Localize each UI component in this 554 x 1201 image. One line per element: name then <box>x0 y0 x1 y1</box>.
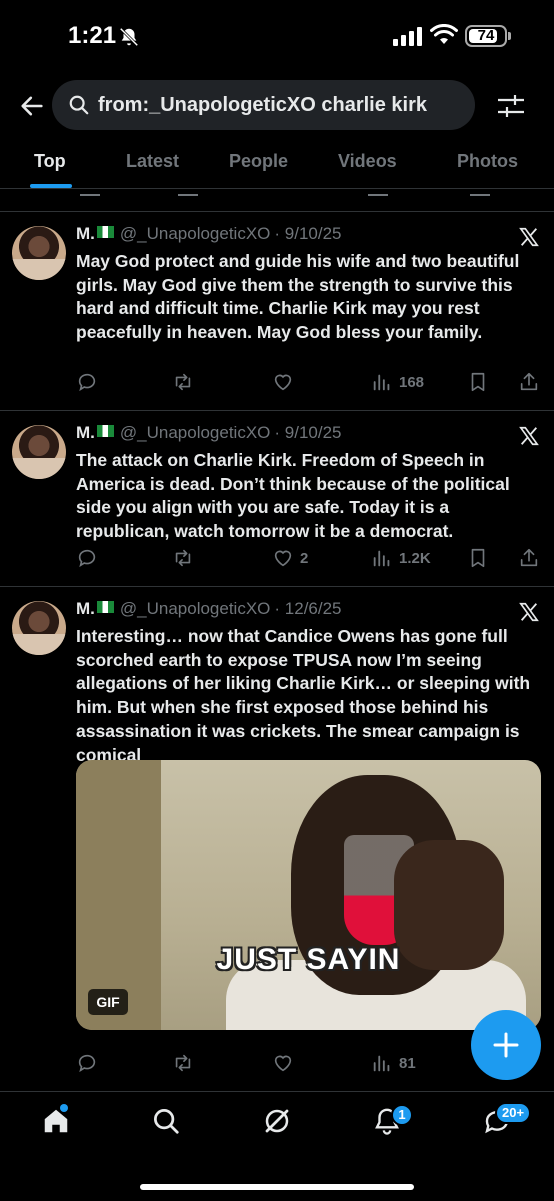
tweet-divider <box>0 211 554 212</box>
reply-button[interactable] <box>76 367 98 397</box>
views-icon <box>373 1055 390 1072</box>
search-input[interactable]: from:_UnapologeticXO charlie kirk <box>52 80 475 130</box>
repost-icon <box>175 373 191 391</box>
views-button[interactable]: 1.2K <box>371 543 431 573</box>
filter-sliders-icon[interactable] <box>496 91 526 121</box>
wifi-icon <box>430 24 458 44</box>
search-icon[interactable] <box>151 1106 181 1136</box>
tweet-divider <box>0 586 554 587</box>
search-icon <box>69 95 89 115</box>
previous-tweet-actions <box>0 188 554 210</box>
tweet-actions: 168 <box>76 367 546 397</box>
tab-videos[interactable]: Videos <box>338 138 397 184</box>
reply-icon <box>78 1054 96 1073</box>
tweet-text: Interesting… now that Candice Owens has … <box>76 626 531 765</box>
views-count: 168 <box>399 373 425 391</box>
display-name[interactable]: M. <box>76 423 95 442</box>
tweet-text: May God protect and guide his wife and t… <box>76 251 520 343</box>
views-count: 81 <box>399 1054 416 1072</box>
status-time: 1:21 <box>68 22 117 49</box>
x-logo-icon[interactable] <box>518 425 540 447</box>
bookmark-icon <box>471 548 485 568</box>
home-indicator <box>140 1184 414 1190</box>
plus-icon <box>493 1032 519 1058</box>
messages-badge: 20+ <box>495 1102 532 1124</box>
like-button[interactable]: 2 <box>272 543 308 573</box>
views-count: 1.2K <box>399 549 431 567</box>
reply-icon <box>78 549 96 568</box>
search-tabs: Top Latest People Videos Photos <box>0 138 554 188</box>
share-button[interactable] <box>518 367 540 397</box>
repost-icon <box>175 549 191 567</box>
views-button[interactable]: 168 <box>371 367 424 397</box>
tab-people[interactable]: People <box>229 138 288 184</box>
repost-button[interactable] <box>172 1048 194 1078</box>
display-name[interactable]: M. <box>76 599 95 618</box>
reply-button[interactable] <box>76 1048 98 1078</box>
grok-icon[interactable] <box>262 1106 292 1136</box>
heart-icon <box>274 374 292 391</box>
gif-caption: JUST SAYIN <box>216 943 401 976</box>
tweet-divider <box>0 410 554 411</box>
tweet-date: · 12/6/25 <box>274 599 342 618</box>
handle[interactable]: @_UnapologeticXO <box>120 224 271 243</box>
reply-icon <box>78 373 96 392</box>
views-icon <box>373 550 390 567</box>
handle[interactable]: @_UnapologeticXO <box>120 599 271 618</box>
avatar[interactable] <box>12 601 66 655</box>
notifications-badge: 1 <box>391 1104 413 1126</box>
x-logo-icon[interactable] <box>518 226 540 248</box>
nigeria-flag-icon <box>96 425 114 437</box>
views-button[interactable]: 81 <box>371 1048 416 1078</box>
handle[interactable]: @_UnapologeticXO <box>120 423 271 442</box>
compose-button[interactable] <box>471 1010 541 1080</box>
tweet-header: M. @_UnapologeticXO · 12/6/25 <box>76 599 342 625</box>
search-query: from:_UnapologeticXO charlie kirk <box>98 94 427 116</box>
battery-tip <box>508 32 511 40</box>
tweet-date: · 9/10/25 <box>274 224 342 243</box>
avatar[interactable] <box>12 226 66 280</box>
likes-count: 2 <box>300 549 309 567</box>
tab-latest[interactable]: Latest <box>126 138 179 184</box>
bell-slash-icon <box>119 27 139 47</box>
share-icon <box>520 548 538 567</box>
battery-indicator: 74 <box>465 25 507 47</box>
nigeria-flag-icon <box>96 226 114 238</box>
repost-button[interactable] <box>172 367 194 397</box>
heart-icon <box>274 550 292 567</box>
share-button[interactable] <box>518 543 540 573</box>
repost-button[interactable] <box>172 543 194 573</box>
x-logo-icon[interactable] <box>518 601 540 623</box>
home-notification-dot <box>60 1104 68 1112</box>
bookmark-icon <box>471 372 485 392</box>
tweet-header: M. @_UnapologeticXO · 9/10/25 <box>76 423 342 449</box>
views-icon <box>373 374 390 391</box>
battery-level: 74 <box>477 27 495 44</box>
tweet-text: The attack on Charlie Kirk. Freedom of S… <box>76 450 510 542</box>
display-name[interactable]: M. <box>76 224 95 243</box>
reply-button[interactable] <box>76 543 98 573</box>
share-icon <box>520 372 538 391</box>
nigeria-flag-icon <box>96 601 114 613</box>
like-button[interactable] <box>272 1048 294 1078</box>
cellular-signal-icon <box>393 27 422 46</box>
bookmark-button[interactable] <box>467 543 489 573</box>
avatar[interactable] <box>12 425 66 479</box>
tab-top[interactable]: Top <box>34 138 66 184</box>
back-arrow-icon[interactable] <box>18 92 46 120</box>
heart-icon <box>274 1055 292 1072</box>
gif-badge: GIF <box>88 989 128 1015</box>
tweet-header: M. @_UnapologeticXO · 9/10/25 <box>76 224 342 250</box>
tab-photos[interactable]: Photos <box>457 138 518 184</box>
tweet-actions: 2 1.2K <box>76 543 546 573</box>
repost-icon <box>175 1054 191 1072</box>
tweet-date: · 9/10/25 <box>274 423 342 442</box>
like-button[interactable] <box>272 367 294 397</box>
status-bar: 1:21 74 <box>0 0 554 70</box>
bookmark-button[interactable] <box>467 367 489 397</box>
gif-media[interactable]: JUST SAYIN GIF <box>76 760 541 1030</box>
